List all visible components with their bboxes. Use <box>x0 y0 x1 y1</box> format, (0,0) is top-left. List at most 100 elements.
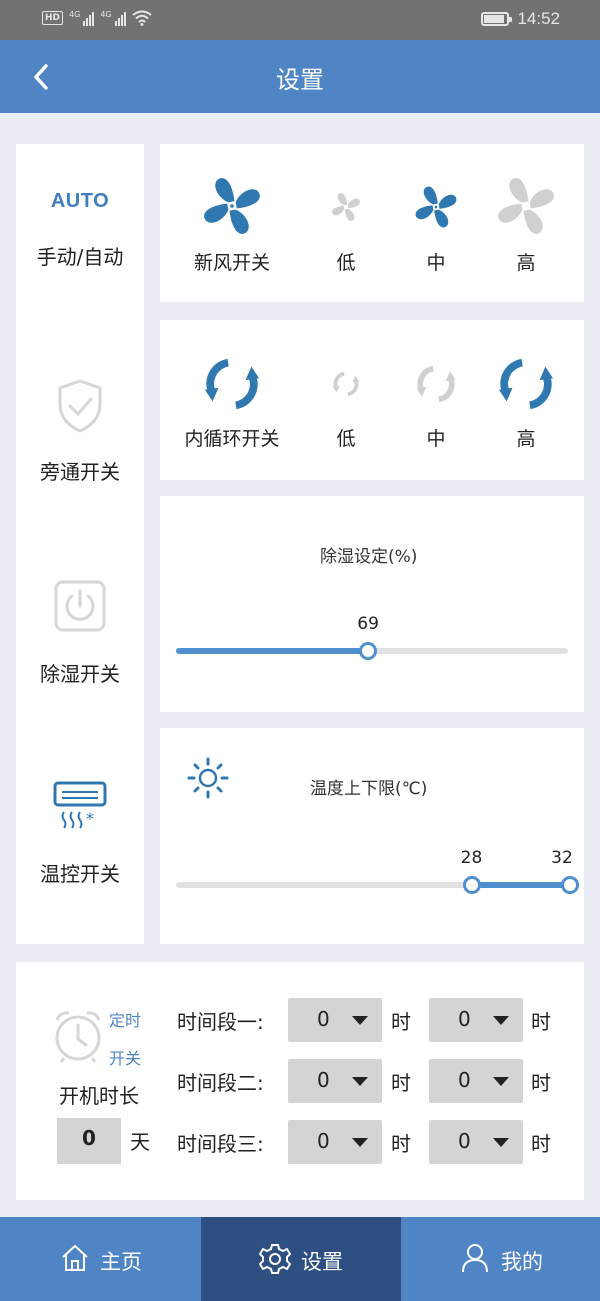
dehumidify-toggle[interactable]: 除湿开关 <box>16 580 144 687</box>
period-2-end-dropdown[interactable]: 0 <box>429 1059 523 1103</box>
recirculation-switch[interactable]: 内循环开关 <box>182 320 282 480</box>
fan-icon <box>415 186 457 228</box>
recirculation-low[interactable]: 低 <box>296 320 396 480</box>
fresh-air-mid-label: 中 <box>426 252 446 274</box>
auto-icon: AUTO <box>50 190 110 212</box>
period-1-end-dropdown[interactable]: 0 <box>429 998 523 1042</box>
temperature-high-value: 32 <box>551 848 573 868</box>
fresh-air-label: 新风开关 <box>193 252 270 274</box>
fresh-air-low-label: 低 <box>336 252 356 274</box>
recirculation-high-label: 高 <box>516 428 536 450</box>
hour-unit: 时 <box>531 1071 551 1095</box>
fresh-air-low[interactable]: 低 <box>296 144 396 302</box>
tab-mine-label: 我的 <box>501 1250 543 1274</box>
hour-unit: 时 <box>531 1010 551 1034</box>
signal-icon: 4G <box>69 10 95 26</box>
recirculation-mid-label: 中 <box>426 428 446 450</box>
temp-control-toggle[interactable]: * 温控开关 <box>16 780 144 887</box>
alarm-clock-icon[interactable] <box>52 1008 104 1064</box>
tab-mine[interactable]: 我的 <box>401 1217 600 1301</box>
hour-unit: 时 <box>391 1132 411 1156</box>
signal-icon: 4G <box>100 10 126 26</box>
slider-fill <box>176 648 369 654</box>
humidity-panel: 除湿设定(%) 69 <box>160 496 584 712</box>
humidity-value: 69 <box>357 614 379 634</box>
slider-thumb-high[interactable] <box>561 876 579 894</box>
temperature-title: 温度上下限(℃) <box>310 779 428 799</box>
recirculation-low-label: 低 <box>336 428 356 450</box>
period-3-label: 时间段三: <box>177 1132 264 1156</box>
home-icon <box>62 1244 88 1271</box>
hour-unit: 时 <box>391 1010 411 1034</box>
recirculation-panel: 内循环开关 低 中 高 <box>160 320 584 480</box>
tab-home-label: 主页 <box>100 1250 142 1274</box>
shield-check-icon <box>58 379 102 433</box>
slider-fill <box>471 882 570 888</box>
caret-down-icon <box>352 1016 368 1025</box>
fresh-air-mid[interactable]: 中 <box>386 144 486 302</box>
timer-switch-label-1[interactable]: 定时 <box>109 1007 141 1031</box>
fan-icon <box>332 193 360 221</box>
humidity-title: 除湿设定(%) <box>320 547 418 567</box>
dehumidify-label: 除湿开关 <box>40 662 120 686</box>
wifi-icon <box>131 10 152 26</box>
manual-auto-toggle[interactable]: AUTO 手动/自动 <box>16 190 144 270</box>
caret-down-icon <box>352 1138 368 1147</box>
recycle-arrows-icon <box>416 365 456 403</box>
tab-settings-label: 设置 <box>301 1250 343 1274</box>
period-2-label: 时间段二: <box>177 1071 264 1095</box>
air-conditioner-icon: * <box>53 781 107 829</box>
page-title: 设置 <box>276 66 324 94</box>
slider-thumb[interactable] <box>359 642 378 660</box>
recycle-arrows-icon <box>332 371 360 397</box>
fan-icon <box>498 178 554 234</box>
recycle-arrows-icon <box>498 358 554 410</box>
recycle-arrows-icon <box>204 358 260 410</box>
power-icon <box>54 580 106 632</box>
days-unit: 天 <box>130 1130 150 1154</box>
hour-unit: 时 <box>391 1071 411 1095</box>
status-bar: HD 4G 4G 14:52 <box>0 0 600 40</box>
slider-thumb-low[interactable] <box>462 876 481 894</box>
duration-label: 开机时长 <box>59 1084 139 1108</box>
bottom-tab-bar: 主页 设置 我的 <box>0 1217 600 1301</box>
period-3-start-dropdown[interactable]: 0 <box>288 1120 382 1164</box>
caret-down-icon <box>493 1138 509 1147</box>
bypass-label: 旁通开关 <box>40 460 120 484</box>
days-input[interactable]: 0 <box>57 1118 121 1164</box>
period-1-start-dropdown[interactable]: 0 <box>288 998 382 1042</box>
fan-icon <box>204 178 260 234</box>
fresh-air-high-label: 高 <box>516 252 536 274</box>
period-1-label: 时间段一: <box>177 1010 264 1034</box>
temp-control-label: 温控开关 <box>40 862 120 886</box>
app-header: 设置 <box>0 40 600 113</box>
recirculation-high[interactable]: 高 <box>476 320 576 480</box>
period-3-end-dropdown[interactable]: 0 <box>429 1120 523 1164</box>
temperature-panel: 温度上下限(℃) 28 32 <box>160 728 584 944</box>
hour-unit: 时 <box>531 1132 551 1156</box>
fresh-air-high[interactable]: 高 <box>476 144 576 302</box>
fresh-air-switch[interactable]: 新风开关 <box>182 144 282 302</box>
sun-icon <box>187 757 229 799</box>
humidity-slider[interactable] <box>176 642 568 672</box>
clock: 14:52 <box>517 9 560 28</box>
period-2-start-dropdown[interactable]: 0 <box>288 1059 382 1103</box>
gear-icon <box>259 1244 291 1274</box>
manual-auto-label: 手动/自动 <box>36 245 124 269</box>
temperature-range-slider[interactable] <box>176 876 579 906</box>
bypass-toggle[interactable]: 旁通开关 <box>16 378 144 485</box>
svg-text:*: * <box>86 809 94 828</box>
timer-switch-label-2[interactable]: 开关 <box>109 1045 141 1069</box>
recirculation-mid[interactable]: 中 <box>386 320 486 480</box>
battery-icon <box>481 12 513 26</box>
hd-badge: HD <box>42 11 64 25</box>
temperature-low-value: 28 <box>460 848 483 868</box>
tab-settings[interactable]: 设置 <box>201 1217 401 1301</box>
caret-down-icon <box>352 1077 368 1086</box>
user-icon <box>462 1244 488 1273</box>
mode-panel: AUTO 手动/自动 旁通开关 除湿开关 * 温控开关 <box>16 144 144 944</box>
fresh-air-panel: 新风开关 低 中 高 <box>160 144 584 302</box>
caret-down-icon <box>493 1077 509 1086</box>
recirculation-label: 内循环开关 <box>184 428 280 450</box>
tab-home[interactable]: 主页 <box>0 1217 200 1301</box>
